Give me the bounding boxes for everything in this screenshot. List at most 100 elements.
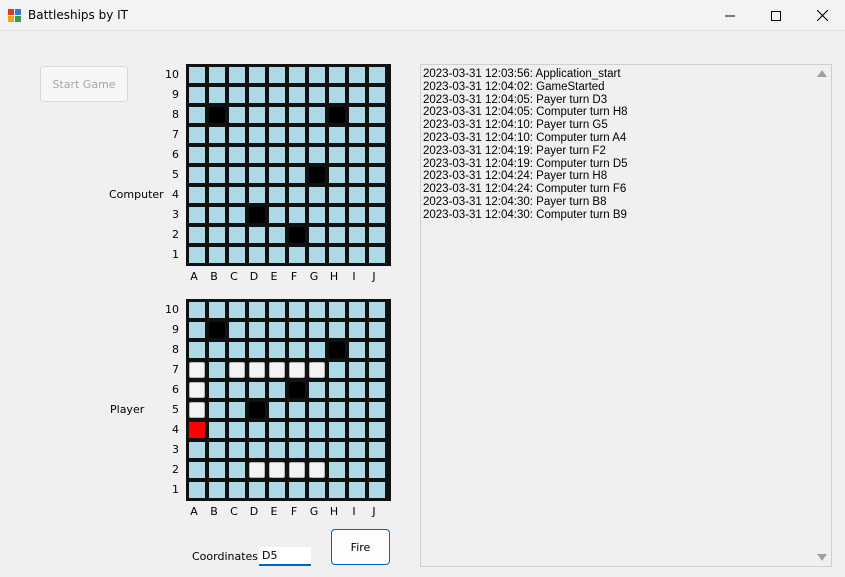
computer-cell-c10[interactable] xyxy=(229,67,245,83)
computer-cell-c6[interactable] xyxy=(229,147,245,163)
computer-cell-i8[interactable] xyxy=(349,107,365,123)
computer-cell-g5[interactable] xyxy=(309,167,325,183)
computer-cell-d7[interactable] xyxy=(249,127,265,143)
computer-cell-g3[interactable] xyxy=(309,207,325,223)
game-log[interactable]: 2023-03-31 12:03:56: Application_start 20… xyxy=(420,64,832,567)
computer-cell-i7[interactable] xyxy=(349,127,365,143)
computer-cell-j2[interactable] xyxy=(369,227,385,243)
computer-cell-a4[interactable] xyxy=(189,187,205,203)
computer-cell-f8[interactable] xyxy=(289,107,305,123)
computer-cell-d2[interactable] xyxy=(249,227,265,243)
computer-cell-a3[interactable] xyxy=(189,207,205,223)
fire-button[interactable]: Fire xyxy=(331,529,390,565)
computer-cell-i3[interactable] xyxy=(349,207,365,223)
computer-cell-e8[interactable] xyxy=(269,107,285,123)
computer-cell-c9[interactable] xyxy=(229,87,245,103)
computer-cell-a6[interactable] xyxy=(189,147,205,163)
computer-cell-h7[interactable] xyxy=(329,127,345,143)
computer-cell-e6[interactable] xyxy=(269,147,285,163)
computer-cell-h6[interactable] xyxy=(329,147,345,163)
computer-cell-f6[interactable] xyxy=(289,147,305,163)
computer-cell-e10[interactable] xyxy=(269,67,285,83)
scroll-down-icon[interactable] xyxy=(817,554,827,561)
computer-cell-a5[interactable] xyxy=(189,167,205,183)
computer-cell-g2[interactable] xyxy=(309,227,325,243)
computer-cell-b6[interactable] xyxy=(209,147,225,163)
computer-cell-e9[interactable] xyxy=(269,87,285,103)
computer-cell-d4[interactable] xyxy=(249,187,265,203)
computer-cell-b3[interactable] xyxy=(209,207,225,223)
maximize-button[interactable] xyxy=(753,0,799,31)
computer-cell-j3[interactable] xyxy=(369,207,385,223)
computer-cell-g10[interactable] xyxy=(309,67,325,83)
computer-cell-b2[interactable] xyxy=(209,227,225,243)
computer-cell-f9[interactable] xyxy=(289,87,305,103)
computer-cell-h5[interactable] xyxy=(329,167,345,183)
computer-cell-e5[interactable] xyxy=(269,167,285,183)
computer-cell-c5[interactable] xyxy=(229,167,245,183)
computer-cell-e7[interactable] xyxy=(269,127,285,143)
computer-cell-g6[interactable] xyxy=(309,147,325,163)
computer-cell-e4[interactable] xyxy=(269,187,285,203)
computer-cell-c1[interactable] xyxy=(229,247,245,263)
computer-cell-c4[interactable] xyxy=(229,187,245,203)
scroll-up-icon[interactable] xyxy=(817,70,827,77)
computer-cell-h10[interactable] xyxy=(329,67,345,83)
computer-cell-j6[interactable] xyxy=(369,147,385,163)
computer-cell-h3[interactable] xyxy=(329,207,345,223)
computer-cell-e3[interactable] xyxy=(269,207,285,223)
computer-cell-i10[interactable] xyxy=(349,67,365,83)
log-scrollbar[interactable] xyxy=(814,65,831,566)
computer-cell-j10[interactable] xyxy=(369,67,385,83)
computer-cell-h9[interactable] xyxy=(329,87,345,103)
computer-cell-b10[interactable] xyxy=(209,67,225,83)
computer-cell-f4[interactable] xyxy=(289,187,305,203)
computer-cell-h8[interactable] xyxy=(329,107,345,123)
computer-cell-d8[interactable] xyxy=(249,107,265,123)
computer-cell-d1[interactable] xyxy=(249,247,265,263)
computer-cell-g1[interactable] xyxy=(309,247,325,263)
computer-cell-f1[interactable] xyxy=(289,247,305,263)
computer-cell-d3[interactable] xyxy=(249,207,265,223)
computer-cell-j8[interactable] xyxy=(369,107,385,123)
computer-cell-i9[interactable] xyxy=(349,87,365,103)
minimize-button[interactable] xyxy=(707,0,753,31)
computer-cell-h4[interactable] xyxy=(329,187,345,203)
computer-cell-i1[interactable] xyxy=(349,247,365,263)
start-game-button[interactable]: Start Game xyxy=(40,66,128,102)
computer-cell-d5[interactable] xyxy=(249,167,265,183)
computer-cell-i4[interactable] xyxy=(349,187,365,203)
computer-cell-j1[interactable] xyxy=(369,247,385,263)
computer-cell-d6[interactable] xyxy=(249,147,265,163)
computer-cell-f3[interactable] xyxy=(289,207,305,223)
computer-cell-j9[interactable] xyxy=(369,87,385,103)
close-button[interactable] xyxy=(799,0,845,31)
computer-cell-g7[interactable] xyxy=(309,127,325,143)
computer-cell-a1[interactable] xyxy=(189,247,205,263)
computer-cell-h2[interactable] xyxy=(329,227,345,243)
computer-cell-f7[interactable] xyxy=(289,127,305,143)
computer-cell-e1[interactable] xyxy=(269,247,285,263)
coordinates-input[interactable] xyxy=(259,547,311,566)
computer-cell-c2[interactable] xyxy=(229,227,245,243)
computer-cell-d10[interactable] xyxy=(249,67,265,83)
computer-cell-a2[interactable] xyxy=(189,227,205,243)
computer-cell-f2[interactable] xyxy=(289,227,305,243)
computer-cell-a8[interactable] xyxy=(189,107,205,123)
computer-cell-b8[interactable] xyxy=(209,107,225,123)
computer-cell-g9[interactable] xyxy=(309,87,325,103)
computer-cell-f5[interactable] xyxy=(289,167,305,183)
computer-cell-d9[interactable] xyxy=(249,87,265,103)
computer-cell-f10[interactable] xyxy=(289,67,305,83)
computer-cell-i6[interactable] xyxy=(349,147,365,163)
computer-cell-a7[interactable] xyxy=(189,127,205,143)
computer-cell-b7[interactable] xyxy=(209,127,225,143)
computer-cell-h1[interactable] xyxy=(329,247,345,263)
computer-cell-c7[interactable] xyxy=(229,127,245,143)
computer-cell-j5[interactable] xyxy=(369,167,385,183)
computer-cell-b4[interactable] xyxy=(209,187,225,203)
computer-cell-a9[interactable] xyxy=(189,87,205,103)
computer-cell-i2[interactable] xyxy=(349,227,365,243)
computer-cell-b9[interactable] xyxy=(209,87,225,103)
computer-cell-b5[interactable] xyxy=(209,167,225,183)
